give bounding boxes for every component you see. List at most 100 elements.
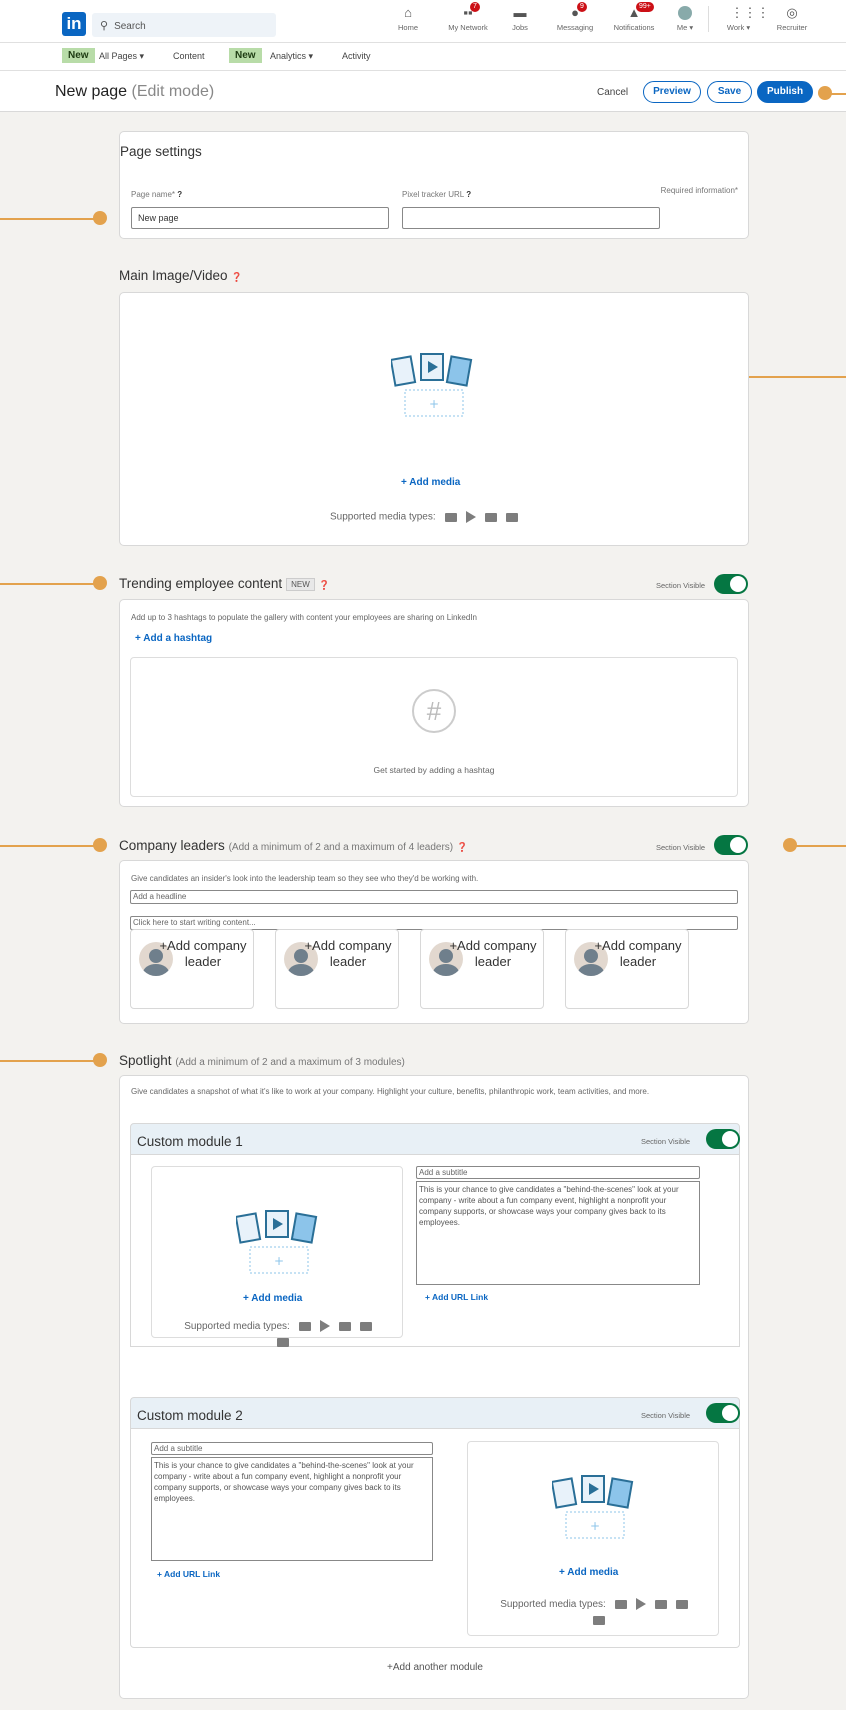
- callout-dot: [93, 838, 107, 852]
- page-name-label: Page name* ?: [131, 190, 182, 199]
- subtitle-input[interactable]: Add a subtitle: [416, 1166, 700, 1179]
- page-title-text: New page: [55, 83, 128, 100]
- media-documents-icon[interactable]: +: [391, 352, 481, 418]
- network-icon: ▪▪ 7: [460, 2, 480, 20]
- help-icon[interactable]: ?: [177, 190, 182, 199]
- callout-dot: [783, 838, 797, 852]
- nav-me[interactable]: Me ▾: [655, 6, 715, 32]
- linkedin-logo[interactable]: in: [62, 12, 86, 36]
- search-input[interactable]: ⚲ Search: [92, 13, 276, 37]
- nav-label: Work ▾: [726, 23, 751, 32]
- leaders-title: Company leaders (Add a minimum of 2 and …: [119, 838, 468, 853]
- search-placeholder: Search: [114, 21, 146, 32]
- video-icon: [654, 1599, 667, 1609]
- callout-line: [0, 218, 100, 220]
- publish-button[interactable]: Publish: [757, 81, 813, 103]
- save-button[interactable]: Save: [707, 81, 752, 103]
- play-icon: [465, 511, 476, 523]
- video-icon: [338, 1321, 351, 1331]
- module-2-body: Add a subtitle This is your chance to gi…: [130, 1429, 740, 1648]
- pixel-tracker-label-text: Pixel tracker URL: [402, 190, 464, 199]
- nav-messaging[interactable]: ● 9 Messaging: [545, 2, 605, 32]
- image-icon: [298, 1321, 311, 1331]
- module-body-textarea[interactable]: This is your chance to give candidates a…: [151, 1457, 433, 1561]
- section-visible-toggle[interactable]: [714, 835, 748, 855]
- nav-work[interactable]: ⋮⋮⋮ Work ▾: [708, 6, 770, 32]
- main-media-card: + + Add media Supported media types:: [119, 292, 749, 546]
- module-2-header: Custom module 2 Section Visible: [130, 1397, 740, 1429]
- hashtag-gallery: # Get started by adding a hashtag: [130, 657, 738, 797]
- leaders-subtitle: (Add a minimum of 2 and a maximum of 4 l…: [228, 842, 454, 853]
- module-2-title: Custom module 2: [137, 1408, 243, 1423]
- nav-jobs[interactable]: ▬ Jobs: [490, 6, 550, 33]
- notification-badge: 9: [577, 2, 587, 12]
- empty-state-text: Get started by adding a hashtag: [373, 765, 495, 775]
- spotlight-title-text: Spotlight: [119, 1053, 172, 1068]
- nav-recruiter[interactable]: ◎ Recruiter: [762, 6, 822, 33]
- card-label-text: Add company leader: [457, 938, 537, 969]
- content-input[interactable]: Click here to start writing content...: [130, 916, 738, 930]
- slideshow-icon: [359, 1321, 372, 1331]
- add-hashtag-button[interactable]: + Add a hashtag: [135, 633, 212, 644]
- add-company-leader-card[interactable]: +Add company leader: [565, 929, 689, 1009]
- module-1-header: Custom module 1 Section Visible: [130, 1123, 740, 1155]
- all-pages-menu[interactable]: All Pages ▾: [99, 51, 144, 62]
- help-icon[interactable]: ❓: [231, 272, 242, 282]
- subtitle-input[interactable]: Add a subtitle: [151, 1442, 433, 1455]
- add-company-leader-card[interactable]: +Add company leader: [275, 929, 399, 1009]
- section-visible-label: Section Visible: [656, 843, 706, 852]
- headline-input[interactable]: Add a headline: [130, 890, 738, 904]
- preview-button[interactable]: Preview: [643, 81, 701, 103]
- page-settings-card: Page settings Page name* ? Pixel tracker…: [119, 131, 749, 239]
- media-documents-icon[interactable]: +: [552, 1474, 642, 1540]
- add-company-leader-label: +Add company leader: [594, 938, 682, 969]
- nav-label: Home: [397, 23, 418, 32]
- section-visible-toggle[interactable]: [706, 1403, 740, 1423]
- image-icon: [444, 512, 457, 522]
- add-company-leader-card[interactable]: +Add company leader: [130, 929, 254, 1009]
- messaging-icon: ● 9: [567, 2, 587, 20]
- callout-line: [0, 845, 100, 847]
- youtube-icon: [276, 1337, 289, 1347]
- add-url-link-button[interactable]: + Add URL Link: [157, 1569, 220, 1579]
- card-label-text: Add company leader: [312, 938, 392, 969]
- search-icon: ⚲: [100, 20, 109, 32]
- section-visible-toggle[interactable]: [706, 1129, 740, 1149]
- add-media-button[interactable]: + Add media: [243, 1293, 302, 1304]
- leaders-help-text: Give candidates an insider's look into t…: [131, 874, 479, 883]
- trending-title-text: Trending employee content: [119, 576, 283, 591]
- home-icon: ⌂: [404, 5, 412, 20]
- content-link[interactable]: Content: [173, 51, 205, 61]
- callout-line: [0, 583, 100, 585]
- cancel-button[interactable]: Cancel: [597, 87, 628, 98]
- help-icon[interactable]: ❓: [457, 842, 468, 852]
- callout-line: [790, 845, 846, 847]
- add-company-leader-label: +Add company leader: [159, 938, 247, 969]
- callout-dot: [93, 1053, 107, 1067]
- edit-mode-label: (Edit mode): [131, 83, 215, 100]
- add-company-leader-label: +Add company leader: [304, 938, 392, 969]
- image-icon: [614, 1599, 627, 1609]
- nav-home[interactable]: ⌂ Home: [378, 5, 438, 33]
- spotlight-help-text: Give candidates a snapshot of what it's …: [131, 1087, 650, 1096]
- help-icon[interactable]: ?: [466, 190, 471, 199]
- leaders-card: Give candidates an insider's look into t…: [119, 860, 749, 1024]
- help-icon[interactable]: ❓: [319, 580, 330, 590]
- add-company-leader-card[interactable]: +Add company leader: [420, 929, 544, 1009]
- callout-dot: [93, 576, 107, 590]
- add-another-module-button[interactable]: +Add another module: [120, 1662, 750, 1673]
- activity-link[interactable]: Activity: [342, 51, 371, 61]
- analytics-menu[interactable]: Analytics ▾: [270, 51, 313, 62]
- nav-my-network[interactable]: ▪▪ 7 My Network: [438, 2, 498, 32]
- notification-badge: 7: [470, 2, 480, 12]
- page-name-input[interactable]: New page: [131, 207, 389, 229]
- add-media-button[interactable]: + Add media: [559, 1567, 618, 1578]
- spotlight-subtitle: (Add a minimum of 2 and a maximum of 3 m…: [175, 1057, 405, 1068]
- add-media-button[interactable]: + Add media: [401, 477, 460, 488]
- add-url-link-button[interactable]: + Add URL Link: [425, 1292, 488, 1302]
- pixel-tracker-input[interactable]: [402, 207, 660, 229]
- module-body-textarea[interactable]: This is your chance to give candidates a…: [416, 1181, 700, 1285]
- media-documents-icon[interactable]: +: [236, 1209, 326, 1275]
- section-visible-toggle[interactable]: [714, 574, 748, 594]
- spotlight-title: Spotlight (Add a minimum of 2 and a maxi…: [119, 1053, 405, 1068]
